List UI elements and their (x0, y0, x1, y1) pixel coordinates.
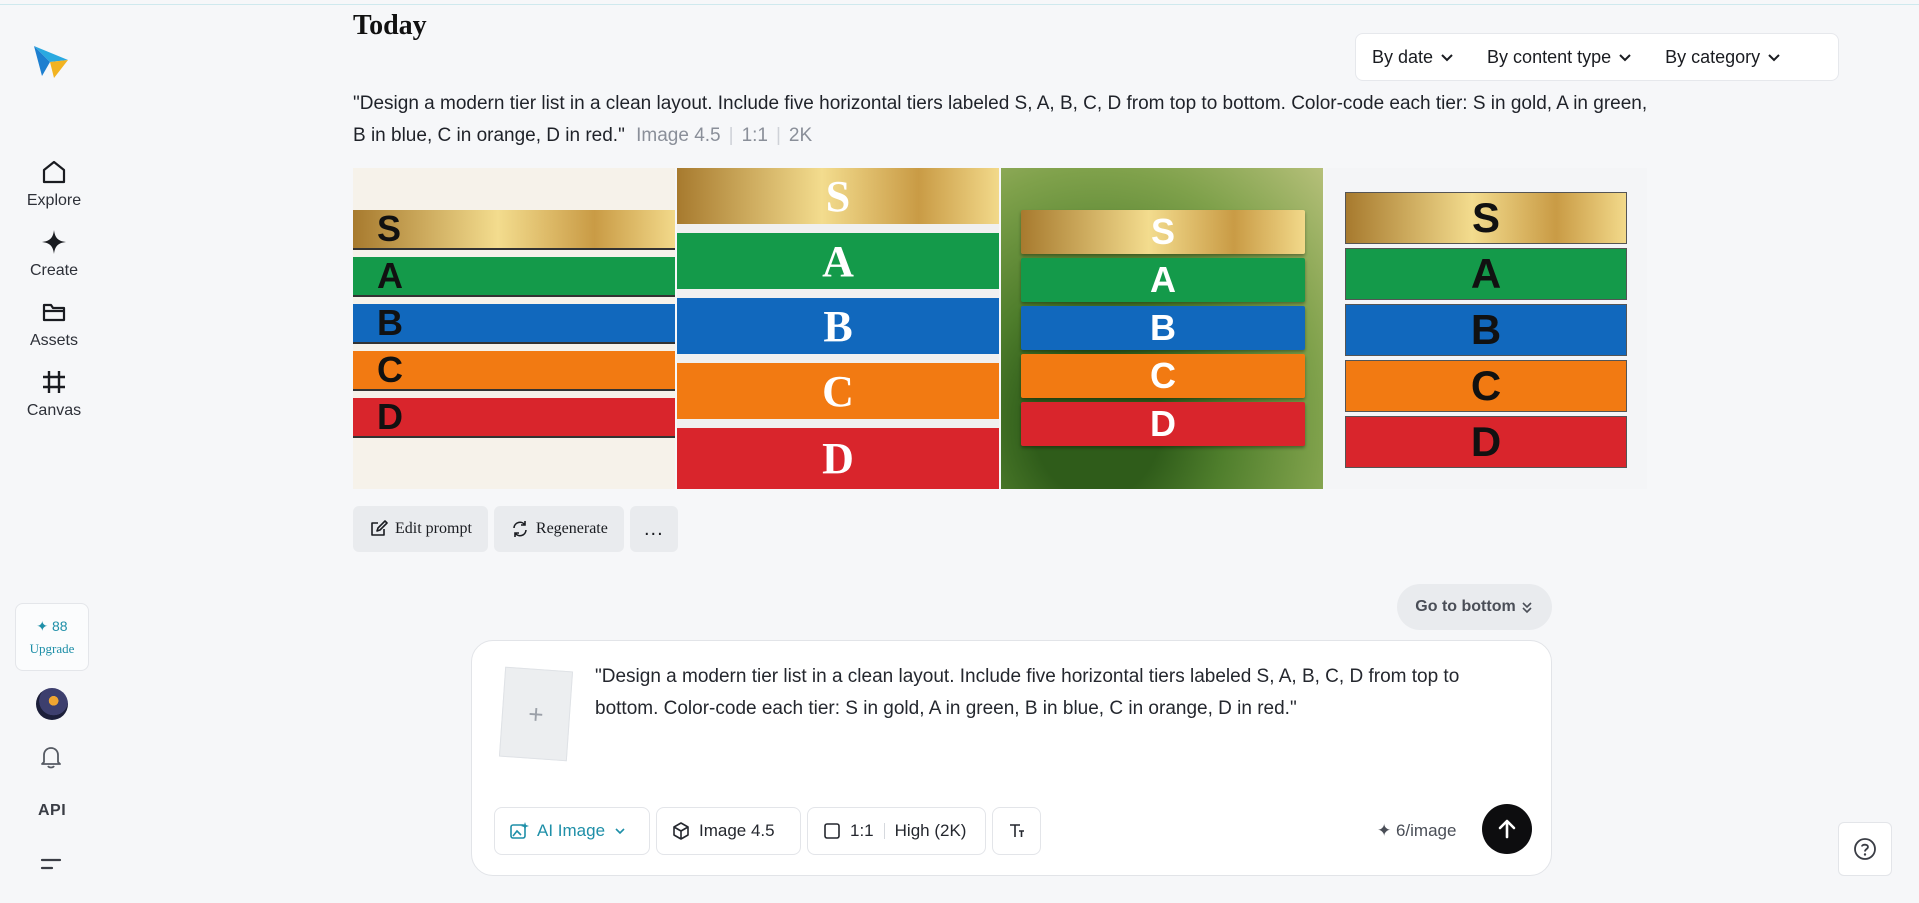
tier-row-c: C (1345, 360, 1627, 412)
tier-row-d: D (1021, 402, 1305, 446)
tier-row-a: A (677, 233, 999, 289)
sidebar-item-explore[interactable]: Explore (14, 158, 94, 222)
tier-row-c: C (1021, 354, 1305, 398)
bell-icon[interactable] (38, 744, 64, 770)
tier-row-c: C (677, 363, 999, 419)
resolution-tag: 2K (788, 125, 813, 146)
image-actions: Edit prompt Regenerate ... (353, 506, 678, 552)
star-icon: ✦ (1377, 821, 1396, 840)
chevron-down-icon (1619, 54, 1631, 62)
image-sparkle-icon (510, 822, 529, 839)
canvas-icon (43, 371, 65, 393)
sidebar-item-create[interactable]: Create (14, 228, 94, 292)
menu-icon[interactable] (40, 856, 62, 872)
sidebar: Explore Create Assets Canvas ✦ 88 Upgrad… (0, 0, 108, 903)
logo-icon[interactable] (32, 42, 70, 80)
tier-row-b: B (1021, 306, 1305, 350)
prompt-composer: + "Design a modern tier list in a clean … (471, 640, 1552, 876)
star-icon: ✦ (36, 617, 53, 634)
square-icon (824, 823, 840, 839)
model-selector[interactable]: Image 4.5 (656, 807, 801, 855)
avatar[interactable] (36, 688, 68, 720)
tier-row-d: D (677, 428, 999, 489)
sidebar-item-label: Assets (29, 332, 78, 349)
tier-row-s: S (353, 208, 675, 250)
send-button[interactable] (1482, 804, 1532, 854)
cost-label: ✦ 6/image (1377, 821, 1457, 840)
add-reference-image-button[interactable]: + (498, 666, 574, 762)
folder-icon (42, 303, 66, 322)
go-to-bottom-button[interactable]: Go to bottom (1397, 584, 1552, 630)
tier-row-c: C (353, 349, 675, 391)
sidebar-item-label: Create (29, 262, 79, 279)
ratio-quality-selector[interactable]: 1:1 High (2K) (807, 807, 986, 855)
page-title: Today (353, 10, 427, 41)
sidebar-item-canvas[interactable]: Canvas (14, 368, 94, 432)
generated-image-2[interactable]: S A B C D (677, 168, 999, 489)
text-icon (1009, 824, 1024, 837)
generated-images: S A B C D S A B C D S A B C D S A B C D (353, 168, 1649, 489)
api-link[interactable]: API (38, 802, 66, 820)
edit-prompt-button[interactable]: Edit prompt (353, 506, 488, 552)
home-icon (42, 160, 66, 184)
meta-separator: | (728, 125, 734, 146)
chevron-down-icon (1768, 54, 1780, 62)
text-style-button[interactable] (992, 807, 1041, 855)
meta-separator: | (775, 125, 781, 146)
chevron-down-icon (1441, 54, 1453, 62)
plus-icon: + (527, 698, 545, 729)
tier-row-s: S (677, 168, 999, 224)
sparkle-icon (42, 230, 66, 254)
generated-image-4[interactable]: S A B C D (1325, 168, 1647, 489)
tier-row-a: A (1021, 258, 1305, 302)
regenerate-button[interactable]: Regenerate (493, 506, 624, 552)
generated-image-1[interactable]: S A B C D (353, 168, 675, 489)
chevron-down-icon (615, 828, 625, 835)
tier-row-s: S (1021, 210, 1305, 254)
tier-row-d: D (1345, 416, 1627, 468)
tier-row-a: A (353, 255, 675, 297)
tier-row-a: A (1345, 248, 1627, 300)
arrow-up-icon (1498, 819, 1516, 839)
prompt-input[interactable]: "Design a modern tier list in a clean la… (595, 661, 1515, 725)
ratio-tag: 1:1 (741, 125, 768, 146)
tier-row-b: B (353, 302, 675, 344)
chip-divider (883, 823, 885, 839)
help-icon (1854, 838, 1876, 860)
filter-by-date[interactable]: By date (1356, 33, 1471, 81)
cube-icon (673, 822, 689, 840)
sidebar-item-label: Canvas (26, 402, 82, 419)
sidebar-item-assets[interactable]: Assets (14, 298, 94, 362)
top-divider (0, 0, 1919, 5)
edit-icon (371, 520, 388, 536)
double-chevron-down-icon (1522, 602, 1532, 614)
tier-row-b: B (1345, 304, 1627, 356)
mode-selector[interactable]: AI Image (494, 807, 650, 855)
credits-upgrade[interactable]: ✦ 88 Upgrade (15, 603, 89, 671)
filter-by-category[interactable]: By category (1649, 33, 1798, 81)
generation-prompt: "Design a modern tier list in a clean la… (353, 88, 1653, 152)
help-button[interactable] (1838, 822, 1892, 876)
tier-row-b: B (677, 298, 999, 354)
more-options-button[interactable]: ... (629, 506, 678, 552)
refresh-icon (513, 521, 527, 537)
generated-image-3[interactable]: S A B C D (1001, 168, 1323, 489)
tier-row-s: S (1345, 192, 1627, 244)
filter-by-content-type[interactable]: By content type (1471, 33, 1649, 81)
credits-count: ✦ 88 (36, 617, 68, 634)
tier-row-d: D (353, 396, 675, 438)
filter-bar: By date By content type By category (1355, 33, 1839, 81)
model-tag: Image 4.5 (636, 125, 721, 146)
sidebar-item-label: Explore (26, 192, 82, 209)
upgrade-link[interactable]: Upgrade (30, 641, 75, 657)
prompt-text: "Design a modern tier list in a clean la… (353, 93, 1648, 146)
